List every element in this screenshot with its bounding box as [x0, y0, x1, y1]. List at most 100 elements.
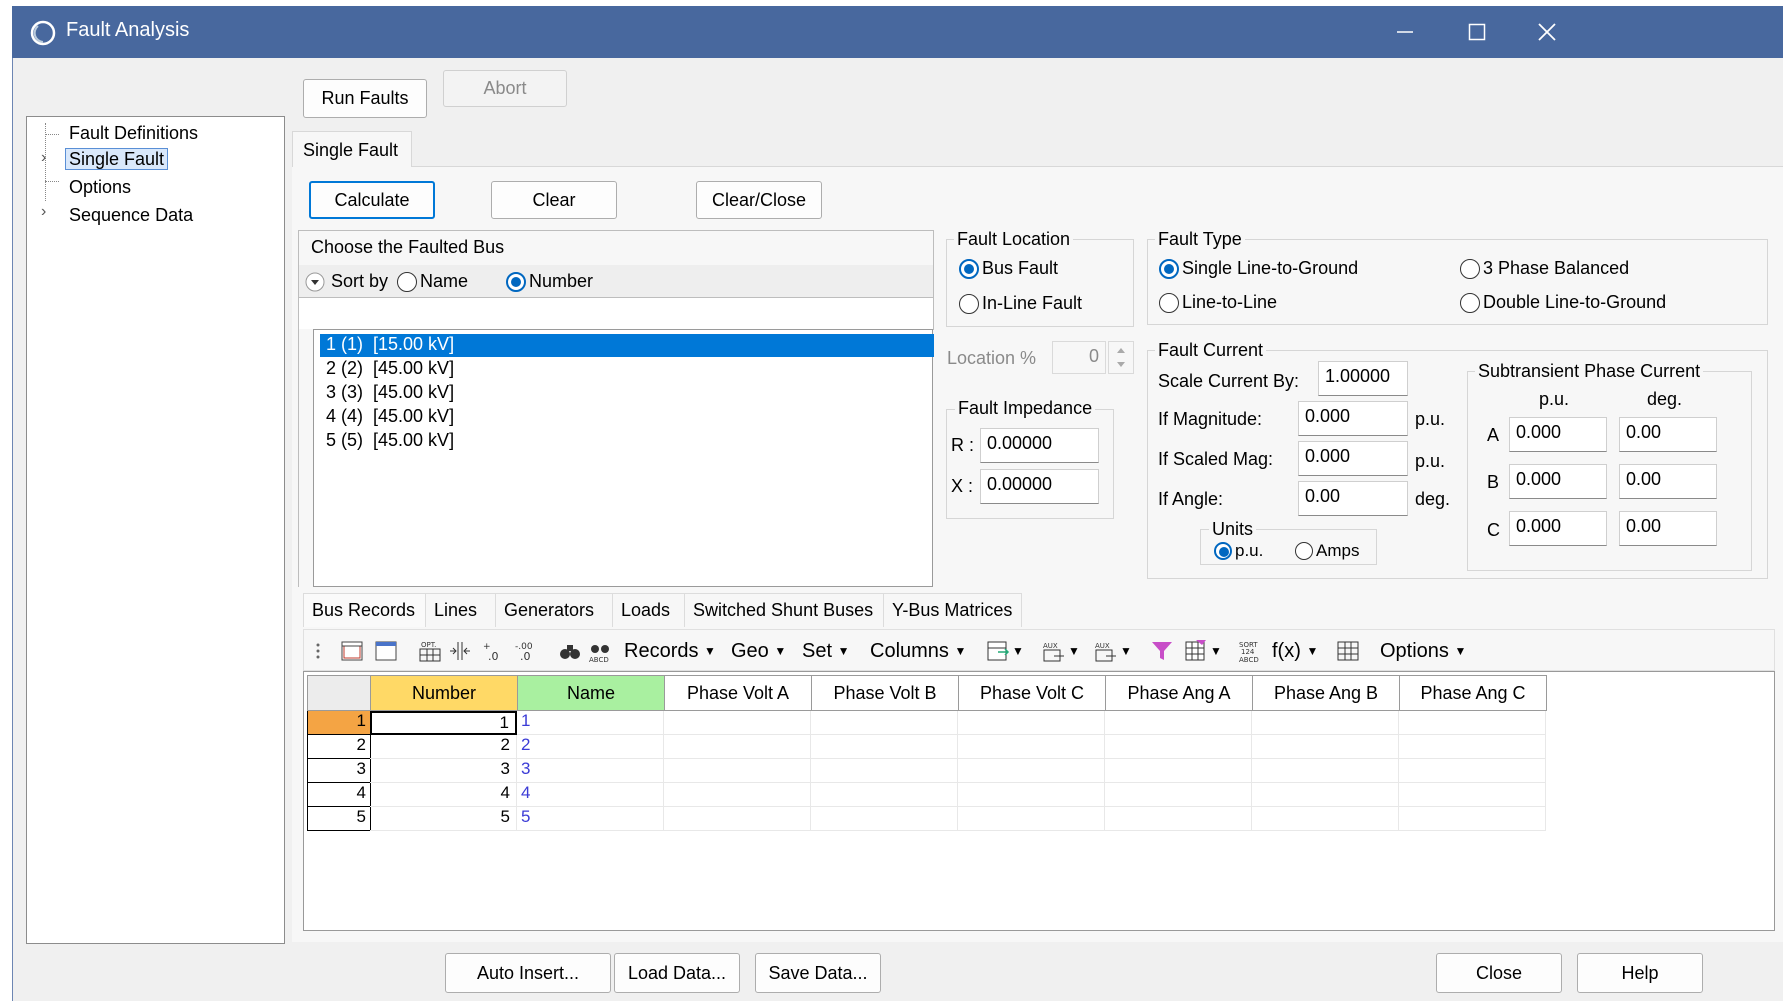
cell-empty[interactable] [811, 735, 958, 759]
caret-down-icon[interactable]: ▼ [1210, 636, 1222, 666]
abort-button[interactable]: Abort [443, 70, 567, 107]
bus-list-item[interactable]: 5 (5) [45.00 kV] [320, 430, 454, 453]
tab-lines[interactable]: Lines [425, 593, 496, 627]
minimize-button[interactable] [1370, 6, 1440, 58]
cell-name[interactable]: 2 [517, 735, 664, 759]
chevron-right-icon[interactable]: › [41, 203, 46, 221]
cell-empty[interactable] [664, 711, 811, 735]
cell-empty[interactable] [664, 783, 811, 807]
cell-empty[interactable] [1399, 807, 1546, 831]
scale-current-input[interactable]: 1.00000 [1318, 361, 1408, 396]
auto-insert-button[interactable]: Auto Insert... [445, 953, 611, 993]
cell-empty[interactable] [1399, 759, 1546, 783]
increase-decimals-icon[interactable]: +.0 [482, 639, 506, 663]
find-text-icon[interactable]: ABCD [588, 639, 612, 663]
run-faults-button[interactable]: Run Faults [303, 79, 427, 118]
three-phase-balanced-radio[interactable]: 3 Phase Balanced [1460, 258, 1629, 279]
tree-item-single-fault[interactable]: Single Fault [65, 148, 169, 170]
tab-single-fault[interactable]: Single Fault [292, 131, 412, 167]
cell-empty[interactable] [664, 735, 811, 759]
cell-empty[interactable] [664, 759, 811, 783]
options-table-icon[interactable]: OPT. [418, 639, 442, 663]
bus-list[interactable]: 1 (1) [15.00 kV] 2 (2) [45.00 kV] 3 (3) … [313, 329, 934, 587]
sort-by-name-radio[interactable]: Name [397, 271, 468, 292]
cell-name[interactable]: 3 [517, 759, 664, 783]
tab-bus-records[interactable]: Bus Records [303, 593, 426, 627]
cell-name[interactable]: 5 [517, 807, 664, 831]
cell-empty[interactable] [1105, 783, 1252, 807]
cell-empty[interactable] [811, 759, 958, 783]
filter-icon[interactable] [1150, 639, 1174, 663]
save-data-button[interactable]: Save Data... [755, 953, 881, 993]
column-header-phase-ang-c[interactable]: Phase Ang C [1399, 675, 1547, 711]
cell-empty[interactable] [1105, 711, 1252, 735]
clear-button[interactable]: Clear [491, 181, 617, 219]
cell-empty[interactable] [811, 783, 958, 807]
cell-number[interactable]: 3 [370, 759, 517, 783]
units-pu-radio[interactable]: p.u. [1214, 541, 1263, 561]
maximize-button[interactable] [1442, 6, 1512, 58]
cell-empty[interactable] [1252, 735, 1399, 759]
cell-name[interactable]: 4 [517, 783, 664, 807]
cell-empty[interactable] [1399, 711, 1546, 735]
geo-menu[interactable]: Geo ▼ [731, 636, 786, 666]
inline-fault-radio[interactable]: In-Line Fault [959, 293, 1082, 314]
cell-empty[interactable] [811, 807, 958, 831]
table-format-icon[interactable] [340, 639, 364, 663]
close-button[interactable]: Close [1436, 953, 1562, 993]
cell-empty[interactable] [1252, 807, 1399, 831]
window-view-icon[interactable] [374, 639, 398, 663]
auxiliary-import-icon[interactable]: AUX [1094, 639, 1118, 663]
grid-view-icon[interactable] [1336, 639, 1360, 663]
cell-empty[interactable] [1252, 759, 1399, 783]
cell-empty[interactable] [958, 807, 1105, 831]
bus-list-item[interactable]: 1 (1) [15.00 kV] [320, 334, 934, 357]
export-icon[interactable] [986, 639, 1010, 663]
formula-menu[interactable]: f(x) ▼ [1272, 636, 1318, 666]
cell-empty[interactable] [811, 711, 958, 735]
tab-generators[interactable]: Generators [495, 593, 613, 627]
line-to-line-radio[interactable]: Line-to-Line [1159, 292, 1277, 313]
column-header-phase-volt-a[interactable]: Phase Volt A [664, 675, 812, 711]
row-header[interactable]: 1 [307, 711, 371, 735]
fault-x-input[interactable]: 0.00000 [980, 469, 1099, 504]
single-line-to-ground-radio[interactable]: Single Line-to-Ground [1159, 258, 1358, 279]
row-header[interactable]: 2 [307, 735, 371, 759]
cell-empty[interactable] [1105, 759, 1252, 783]
cell-empty[interactable] [958, 711, 1105, 735]
row-header[interactable]: 3 [307, 759, 371, 783]
column-header-number[interactable]: Number [370, 675, 518, 711]
load-data-button[interactable]: Load Data... [614, 953, 740, 993]
cell-empty[interactable] [1252, 711, 1399, 735]
caret-down-icon[interactable]: ▼ [1068, 636, 1080, 666]
cell-number[interactable]: 1 [370, 711, 517, 735]
sort-by-number-radio[interactable]: Number [506, 271, 593, 292]
location-spinner[interactable] [1108, 341, 1134, 374]
column-header-phase-ang-b[interactable]: Phase Ang B [1252, 675, 1400, 711]
decrease-decimals-icon[interactable]: -.00.0 [514, 639, 538, 663]
clear-close-button[interactable]: Clear/Close [696, 181, 822, 219]
close-window-button[interactable] [1512, 6, 1582, 58]
cell-empty[interactable] [958, 783, 1105, 807]
records-menu[interactable]: Records ▼ [624, 636, 716, 666]
column-header-phase-volt-b[interactable]: Phase Volt B [811, 675, 959, 711]
tab-switched-shunt-buses[interactable]: Switched Shunt Buses [684, 593, 884, 627]
column-header-phase-volt-c[interactable]: Phase Volt C [958, 675, 1106, 711]
sort-icon[interactable]: SORT124ABCD [1238, 639, 1262, 663]
caret-down-icon[interactable]: ▼ [1012, 636, 1024, 666]
bus-list-item[interactable]: 4 (4) [45.00 kV] [320, 406, 454, 429]
bus-filter-input[interactable] [298, 297, 934, 330]
advanced-filter-icon[interactable] [1184, 639, 1208, 663]
help-button[interactable]: Help [1577, 953, 1703, 993]
cell-empty[interactable] [1105, 735, 1252, 759]
cell-number[interactable]: 4 [370, 783, 517, 807]
fault-r-input[interactable]: 0.00000 [980, 428, 1099, 463]
caret-down-icon[interactable]: ▼ [1120, 636, 1132, 666]
bus-list-item[interactable]: 3 (3) [45.00 kV] [320, 382, 454, 405]
units-amps-radio[interactable]: Amps [1295, 541, 1359, 561]
tree-item-options[interactable]: Options [69, 177, 131, 198]
bus-fault-radio[interactable]: Bus Fault [959, 258, 1058, 279]
cell-empty[interactable] [958, 735, 1105, 759]
cell-empty[interactable] [1105, 807, 1252, 831]
split-columns-icon[interactable] [448, 639, 472, 663]
